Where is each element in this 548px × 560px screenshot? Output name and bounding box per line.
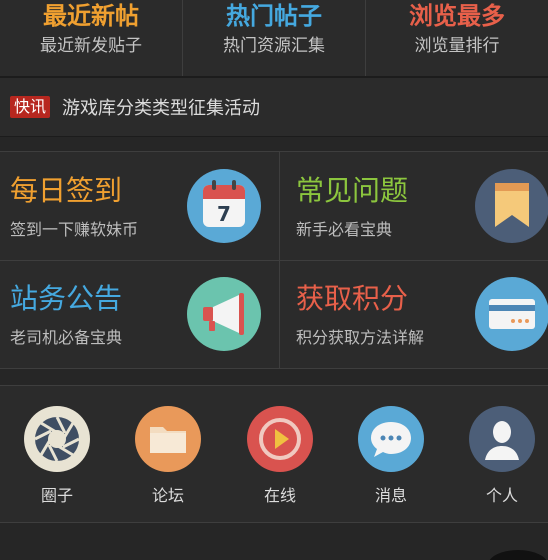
feature-grid: 每日签到 签到一下赚软妹币 7 常见问题 新手必看宝典 站务公告 老司机必备宝典 (0, 152, 548, 368)
calendar-day: 7 (217, 202, 231, 226)
nav-circle-label: 圈子 (40, 486, 73, 505)
card-faq-subtitle: 新手必看宝典 (296, 220, 393, 239)
bottom-icon-row: 圈子 论坛 在线 消息 个人 (0, 386, 548, 522)
tab-hot-posts[interactable]: 热门帖子 热门资源汇集 (182, 0, 365, 76)
card-announcements-title: 站务公告 (10, 282, 123, 315)
user-icon (469, 406, 535, 472)
calendar-icon: 7 (187, 169, 261, 243)
nav-online-label: 在线 (263, 486, 296, 505)
bottom-gap (0, 522, 548, 560)
nav-profile-label: 个人 (485, 486, 518, 505)
tab-most-viewed-subtitle: 浏览量排行 (414, 36, 500, 56)
nav-circle[interactable]: 圈子 (7, 406, 107, 506)
top-tabs: 最近新帖 最近新发贴子 热门帖子 热门资源汇集 浏览最多 浏览量排行 (0, 0, 548, 76)
nav-messages-label: 消息 (374, 486, 407, 505)
tab-latest-posts-subtitle: 最近新发贴子 (40, 36, 142, 56)
megaphone-icon (187, 277, 261, 351)
card-faq-title: 常见问题 (296, 174, 409, 207)
bookmark-icon (475, 169, 548, 243)
news-bar[interactable]: 快讯 游戏库分类类型征集活动 (0, 78, 548, 136)
aperture-icon (24, 406, 90, 472)
nav-online[interactable]: 在线 (230, 406, 330, 506)
chat-bubble-icon (358, 406, 424, 472)
tab-hot-posts-title: 热门帖子 (226, 2, 322, 30)
nav-profile[interactable]: 个人 (452, 406, 548, 506)
tab-hot-posts-subtitle: 热门资源汇集 (223, 36, 325, 56)
nav-messages[interactable]: 消息 (341, 406, 441, 506)
card-daily-checkin-title: 每日签到 (10, 174, 123, 207)
card-announcements-subtitle: 老司机必备宝典 (10, 328, 123, 347)
card-get-points[interactable]: 获取积分 积分获取方法详解 (286, 260, 548, 368)
folder-icon (135, 406, 201, 472)
tab-latest-posts[interactable]: 最近新帖 最近新发贴子 (0, 0, 182, 76)
tab-most-viewed-title: 浏览最多 (409, 2, 505, 30)
card-get-points-subtitle: 积分获取方法详解 (296, 328, 425, 347)
tab-most-viewed[interactable]: 浏览最多 浏览量排行 (365, 0, 548, 76)
news-text: 游戏库分类类型征集活动 (62, 98, 261, 119)
play-icon (247, 406, 313, 472)
section-gap (0, 136, 548, 152)
card-announcements[interactable]: 站务公告 老司机必备宝典 (0, 260, 274, 368)
section-gap (0, 368, 548, 386)
nav-forum[interactable]: 论坛 (118, 406, 218, 506)
credit-card-icon (475, 277, 548, 351)
card-daily-checkin-subtitle: 签到一下赚软妹币 (10, 220, 139, 239)
card-daily-checkin[interactable]: 每日签到 签到一下赚软妹币 7 (0, 152, 274, 260)
card-faq[interactable]: 常见问题 新手必看宝典 (286, 152, 548, 260)
card-get-points-title: 获取积分 (296, 282, 409, 315)
tab-latest-posts-title: 最近新帖 (43, 2, 139, 30)
news-badge: 快讯 (10, 96, 51, 118)
nav-forum-label: 论坛 (151, 486, 184, 505)
